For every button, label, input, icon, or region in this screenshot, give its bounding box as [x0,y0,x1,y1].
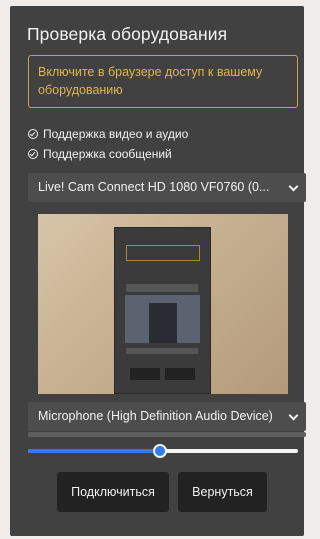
check-video-audio: Поддержка видео и аудио [28,124,188,144]
microphone-select-value: Microphone (High Definition Audio Device… [38,409,273,423]
chevron-down-icon [288,181,299,192]
connect-button[interactable]: Подключиться [57,472,169,512]
volume-slider-thumb[interactable] [153,444,168,458]
check-messages: Поддержка сообщений [28,144,188,164]
check-label: Поддержка сообщений [43,147,172,161]
check-circle-icon [28,129,38,139]
hardware-check-dialog: Проверка оборудования Включите в браузер… [10,6,306,536]
back-button[interactable]: Вернуться [178,472,267,512]
check-label: Поддержка видео и аудио [43,127,189,141]
check-circle-icon [28,149,38,159]
support-checks: Поддержка видео и аудио Поддержка сообще… [28,124,188,164]
volume-slider-fill [28,449,161,453]
camera-preview [38,214,288,394]
mic-level-meter [28,432,306,437]
dialog-title: Проверка оборудования [27,24,228,44]
camera-select-value: Live! Cam Connect HD 1080 VF0760 (0... [38,180,270,194]
permission-warning: Включите в браузере доступ к вашему обор… [28,55,298,108]
preview-screen-image [114,227,211,394]
volume-slider[interactable] [28,444,298,458]
microphone-select[interactable]: Microphone (High Definition Audio Device… [28,402,306,431]
camera-select[interactable]: Live! Cam Connect HD 1080 VF0760 (0... [28,173,306,202]
chevron-down-icon [288,410,299,421]
